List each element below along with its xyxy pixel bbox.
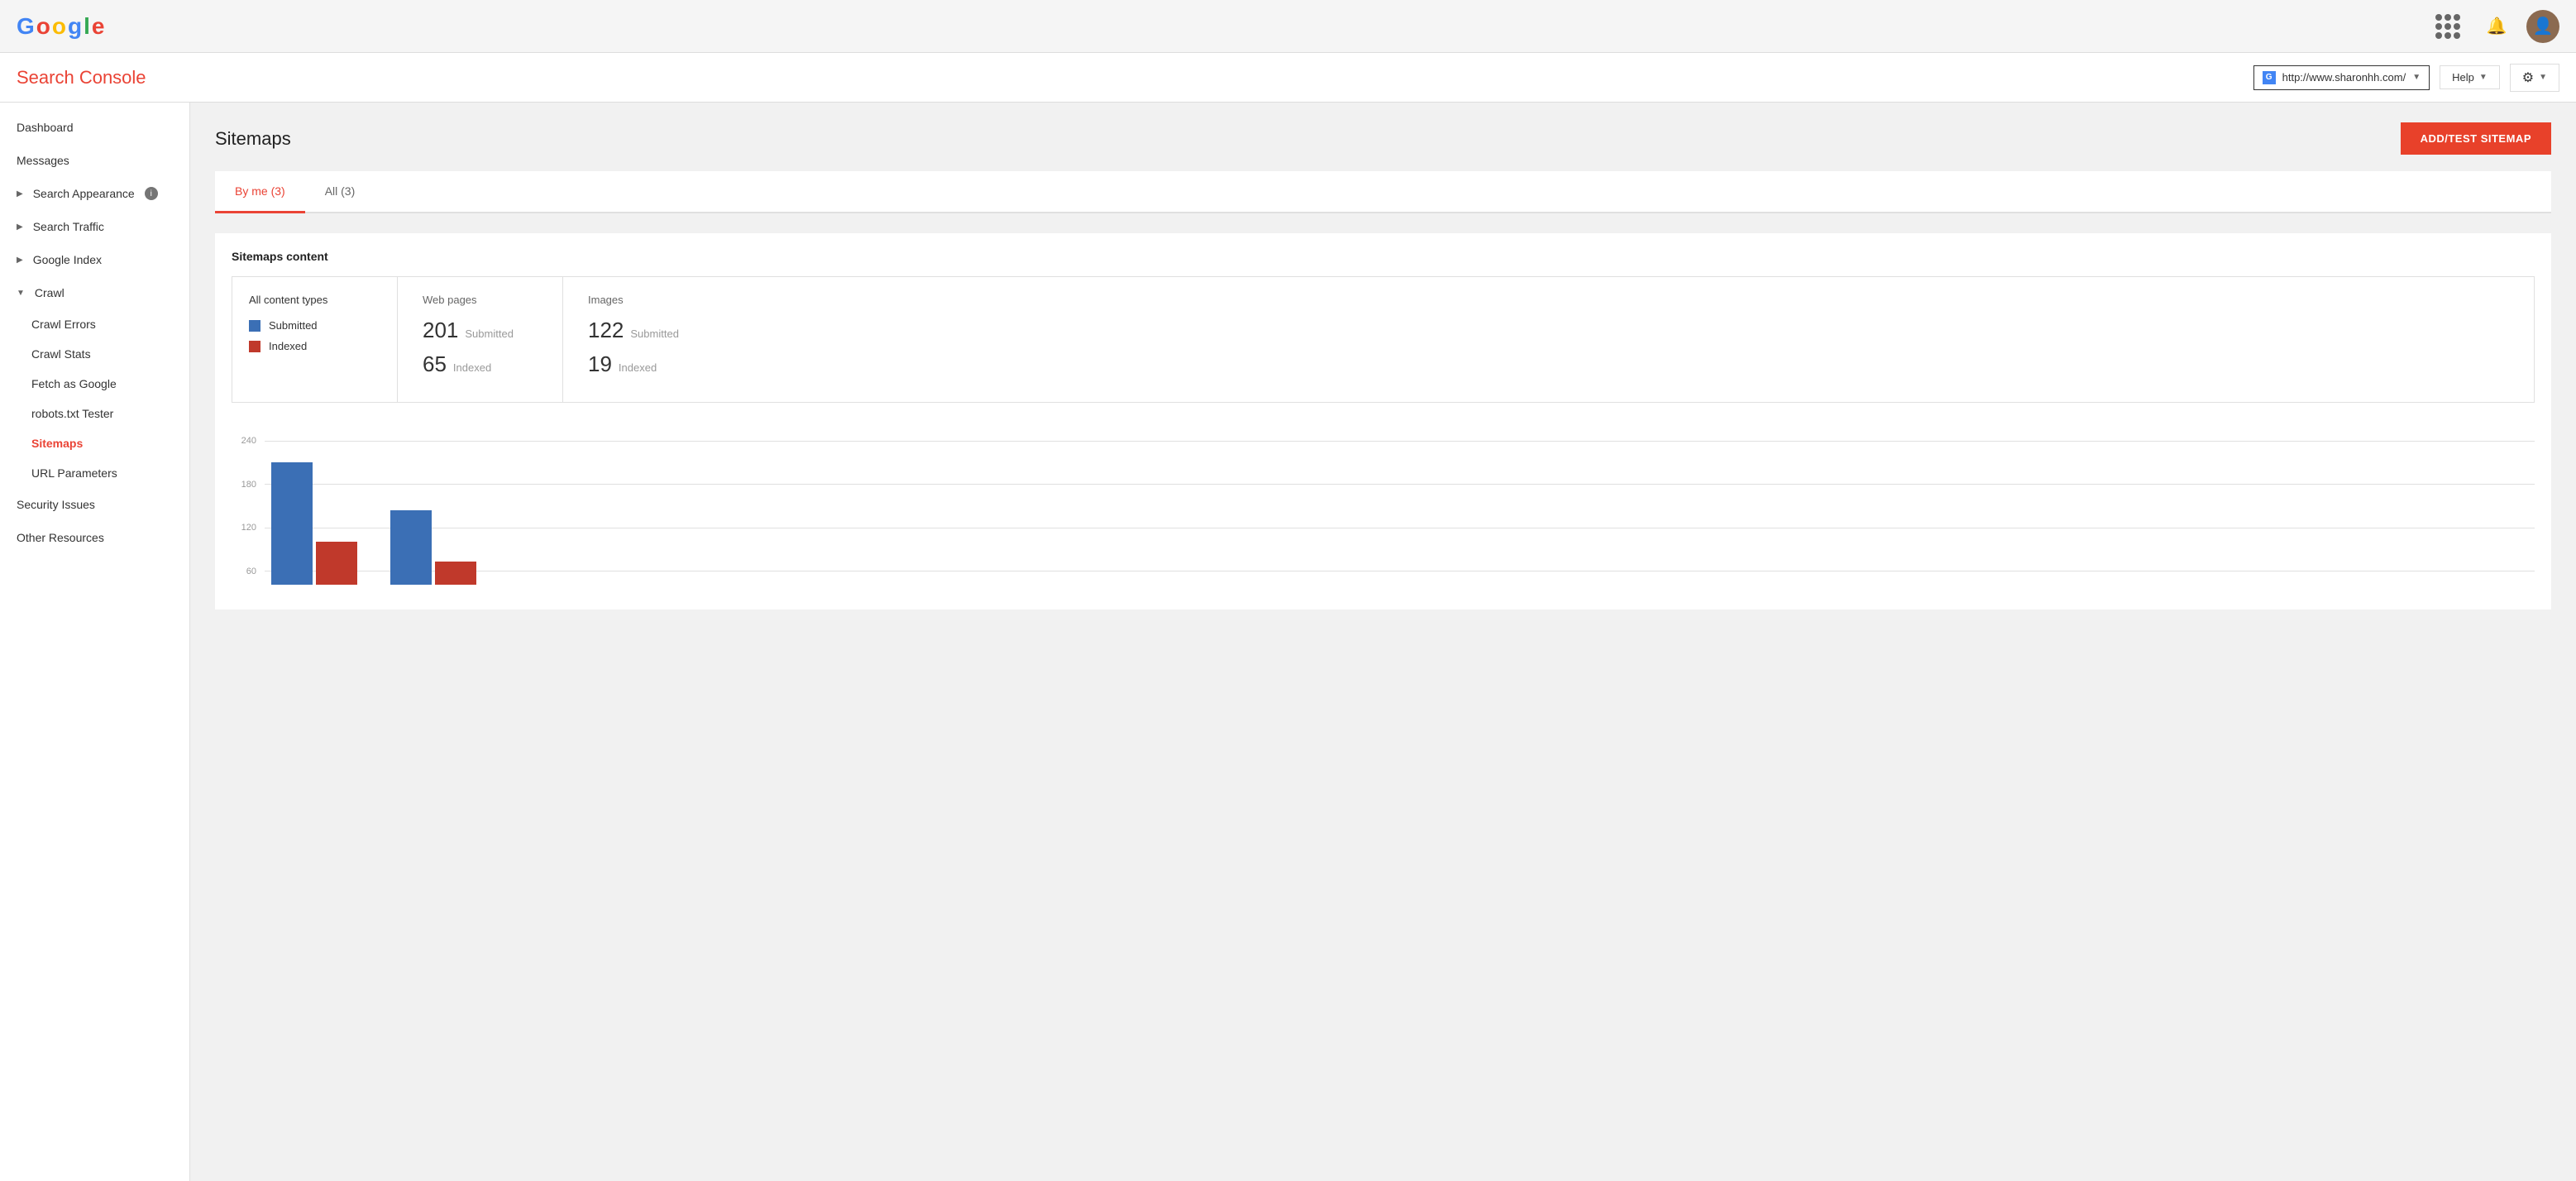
expand-arrow-google-index: ▶: [17, 256, 23, 265]
web-indexed-number: 65: [423, 351, 447, 377]
site-favicon: G: [2263, 71, 2276, 84]
legend-indexed: Indexed: [249, 340, 380, 352]
bar-blue-1: [271, 462, 313, 585]
web-indexed-label: Indexed: [453, 361, 491, 374]
sidebar-item-search-appearance[interactable]: ▶ Search Appearance i: [0, 177, 189, 210]
chart-grid: 240 180 120 60: [232, 436, 2535, 576]
sidebar-sub-url-parameters[interactable]: URL Parameters: [0, 458, 189, 488]
web-pages-label: Web pages: [423, 294, 538, 306]
bar-blue-2: [390, 510, 432, 585]
sitemaps-content-card: Sitemaps content All content types Submi…: [215, 233, 2551, 610]
img-submitted-number: 122: [588, 318, 624, 343]
images-col: Images 122 Submitted 19 Indexed: [563, 277, 729, 402]
notifications-icon[interactable]: 🔔: [2480, 10, 2513, 43]
expand-arrow-crawl: ▼: [17, 289, 25, 298]
bar-red-1: [316, 542, 357, 585]
grid-label-120: 120: [232, 523, 256, 533]
img-indexed-number: 19: [588, 351, 612, 377]
help-arrow: ▼: [2479, 73, 2488, 82]
apps-icon[interactable]: [2429, 7, 2467, 45]
grid-line-60: 60: [232, 567, 2535, 576]
expand-arrow-search-appearance: ▶: [17, 189, 23, 198]
bar-group-1: [271, 462, 357, 585]
content-types-grid: All content types Submitted Indexed Web …: [232, 276, 2535, 403]
web-submitted-row: 201 Submitted: [423, 318, 538, 343]
img-submitted-label: Submitted: [630, 328, 679, 340]
sidebar-item-dashboard[interactable]: Dashboard: [0, 111, 189, 144]
content-header: Sitemaps ADD/TEST SITEMAP: [215, 122, 2551, 155]
logo-g2: g: [68, 13, 82, 40]
info-icon-search-appearance: i: [145, 187, 158, 200]
grid-label-240: 240: [232, 436, 256, 446]
sidebar-sub-sitemaps[interactable]: Sitemaps: [0, 428, 189, 458]
site-selector-arrow: ▼: [2412, 73, 2421, 82]
sidebar-sub-crawl-errors[interactable]: Crawl Errors: [0, 309, 189, 339]
tab-all[interactable]: All (3): [305, 171, 375, 213]
sidebar-sub-crawl-stats[interactable]: Crawl Stats: [0, 339, 189, 369]
site-url: http://www.sharonhh.com/: [2282, 71, 2406, 84]
content-type-label: All content types: [249, 294, 380, 306]
img-submitted-row: 122 Submitted: [588, 318, 704, 343]
web-submitted-number: 201: [423, 318, 458, 343]
img-indexed-row: 19 Indexed: [588, 351, 704, 377]
logo-e: e: [92, 13, 105, 40]
logo-o2: o: [52, 13, 66, 40]
logo-g: G: [17, 13, 35, 40]
sidebar-sub-robots-txt[interactable]: robots.txt Tester: [0, 399, 189, 428]
grid-bar-180: [265, 484, 2535, 485]
gear-arrow: ▼: [2539, 73, 2547, 82]
bar-right: G http://www.sharonhh.com/ ▼ Help ▼ ⚙ ▼: [2253, 64, 2559, 92]
sidebar-item-google-index[interactable]: ▶ Google Index: [0, 243, 189, 276]
bar-group-2: [390, 510, 476, 585]
header-right: 🔔 👤: [2429, 7, 2559, 45]
logo-l: l: [84, 13, 90, 40]
grid-line-240: 240: [232, 436, 2535, 446]
sidebar-sub-fetch-as-google[interactable]: Fetch as Google: [0, 369, 189, 399]
search-console-bar: Search Console G http://www.sharonhh.com…: [0, 53, 2576, 103]
grid-line-120: 120: [232, 523, 2535, 533]
help-button[interactable]: Help ▼: [2440, 65, 2500, 89]
site-selector[interactable]: G http://www.sharonhh.com/ ▼: [2253, 65, 2430, 90]
indexed-color-swatch: [249, 341, 260, 352]
content-area: Sitemaps ADD/TEST SITEMAP By me (3) All …: [190, 103, 2576, 1181]
sidebar-item-other-resources[interactable]: Other Resources: [0, 521, 189, 554]
sidebar-item-crawl[interactable]: ▼ Crawl: [0, 276, 189, 309]
main-layout: Dashboard Messages ▶ Search Appearance i…: [0, 103, 2576, 1181]
legend-submitted: Submitted: [249, 319, 380, 332]
chart-container: 240 180 120 60: [232, 428, 2535, 593]
sidebar: Dashboard Messages ▶ Search Appearance i…: [0, 103, 190, 1181]
search-console-title[interactable]: Search Console: [17, 67, 146, 88]
grid-line-180: 180: [232, 480, 2535, 490]
avatar[interactable]: 👤: [2526, 10, 2559, 43]
section-title: Sitemaps content: [232, 250, 2535, 263]
bars-area: [271, 462, 476, 585]
gear-icon: ⚙: [2522, 69, 2534, 86]
grid-label-180: 180: [232, 480, 256, 490]
sidebar-item-security-issues[interactable]: Security Issues: [0, 488, 189, 521]
logo-o1: o: [36, 13, 50, 40]
web-pages-col: Web pages 201 Submitted 65 Indexed: [398, 277, 563, 402]
tab-by-me[interactable]: By me (3): [215, 171, 305, 213]
top-header: Google 🔔 👤: [0, 0, 2576, 53]
page-title: Sitemaps: [215, 128, 291, 150]
bar-red-2: [435, 562, 476, 585]
content-type-left: All content types Submitted Indexed: [232, 277, 398, 402]
tabs-container: By me (3) All (3): [215, 171, 2551, 213]
submitted-color-swatch: [249, 320, 260, 332]
grid-bar-240: [265, 441, 2535, 442]
images-label: Images: [588, 294, 704, 306]
web-indexed-row: 65 Indexed: [423, 351, 538, 377]
img-indexed-label: Indexed: [619, 361, 657, 374]
add-sitemap-button[interactable]: ADD/TEST SITEMAP: [2401, 122, 2551, 155]
settings-button[interactable]: ⚙ ▼: [2510, 64, 2559, 92]
expand-arrow-search-traffic: ▶: [17, 222, 23, 232]
sidebar-item-search-traffic[interactable]: ▶ Search Traffic: [0, 210, 189, 243]
grid-label-60: 60: [232, 567, 256, 576]
web-submitted-label: Submitted: [465, 328, 514, 340]
google-logo[interactable]: Google: [17, 13, 104, 40]
sidebar-item-messages[interactable]: Messages: [0, 144, 189, 177]
